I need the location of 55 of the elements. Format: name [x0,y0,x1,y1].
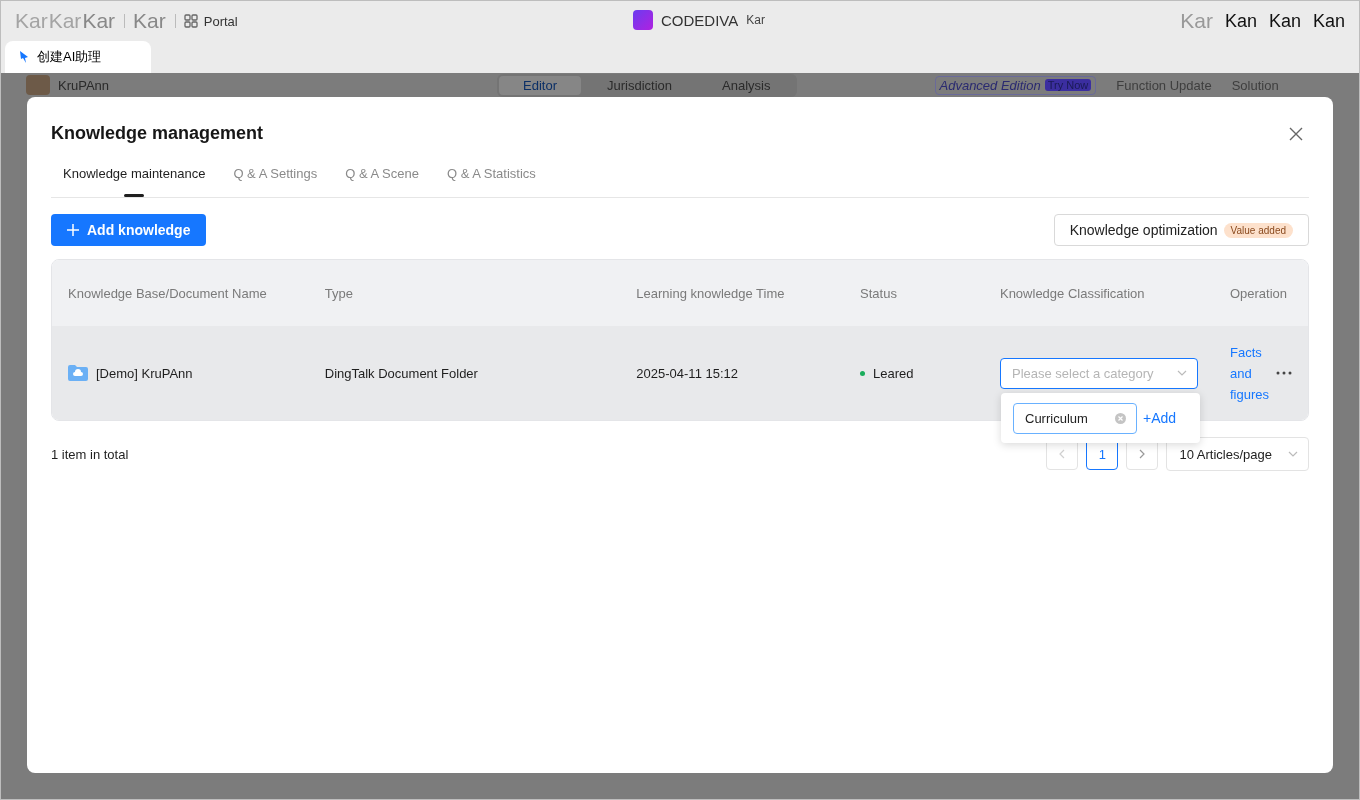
header-link[interactable]: Function Update [1116,77,1212,93]
dialog-tab[interactable]: Q & A Scene [333,160,431,197]
column-header: Knowledge Base/Document Name [52,260,309,326]
table-cell: DingTalk Document Folder [308,326,621,420]
promo-text: Advanced Edition [939,77,1041,93]
chevron-down-icon [1176,370,1187,376]
column-header: Knowledge Classification [983,260,1214,326]
browser-tab[interactable]: 创建AI助理 [5,41,151,73]
column-header: Status [844,260,984,326]
header-link[interactable]: Solution [1231,77,1279,93]
app-logo [633,10,653,30]
title-mark: Kan [1312,10,1345,32]
app-name: CODEDIVA [661,11,739,29]
value-badge: Value added [1223,222,1293,238]
app-name-suffix: Kar [746,13,765,27]
chevron-down-icon [1288,451,1298,457]
app-logo-text: Kar [133,9,166,33]
dialog-tab[interactable]: Knowledge maintenance [51,160,218,197]
category-input[interactable]: Curriculum [1013,402,1137,434]
app-logo-text: Kar [48,9,82,33]
mode-tab[interactable]: Jurisdiction [583,75,697,95]
chevron-right-icon [1139,449,1146,459]
more-icon[interactable] [1275,371,1292,375]
document-name: [Demo] KruPAnn [96,365,193,381]
add-knowledge-button[interactable]: Add knowledge [51,214,207,246]
promo-banner[interactable]: Advanced Edition Try Now [934,75,1097,95]
title-mark: Kar [1180,9,1213,33]
app-logo-text: Kar [82,9,116,33]
app-logo-text: Kar [15,9,48,33]
table-cell: 2025-04-11 15:12 [620,326,845,420]
total-count: 1 item in total [51,446,129,462]
title-mark: Kan [1224,10,1257,32]
portal-button[interactable]: Portal [183,13,238,29]
user-avatar [26,75,50,95]
close-button[interactable] [1289,126,1303,141]
folder-icon [68,365,88,381]
plus-icon [67,224,79,236]
user-name: KruPAnn [58,77,110,93]
optimization-button[interactable]: Knowledge optimization Value added [1053,214,1309,246]
column-header: Learning knowledge Time [620,260,845,326]
title-mark: Kan [1268,10,1301,32]
promo-badge: Try Now [1044,79,1092,91]
column-header: Type [308,260,621,326]
clear-icon[interactable] [1115,412,1126,424]
dialog-tab[interactable]: Q & A Statistics [434,160,548,197]
mode-tab[interactable]: Editor [499,75,582,95]
mode-tab[interactable]: Analysis [698,75,795,95]
grid-icon [183,14,198,28]
dialog-tab[interactable]: Q & A Settings [221,160,330,197]
column-header: Operation [1213,260,1308,326]
chevron-left-icon [1059,449,1066,459]
status-text: Leared [873,365,914,381]
category-select[interactable]: Please select a category [999,357,1198,389]
dialog-title: Knowledge management [51,123,264,144]
add-category-button[interactable]: +Add [1143,410,1177,426]
